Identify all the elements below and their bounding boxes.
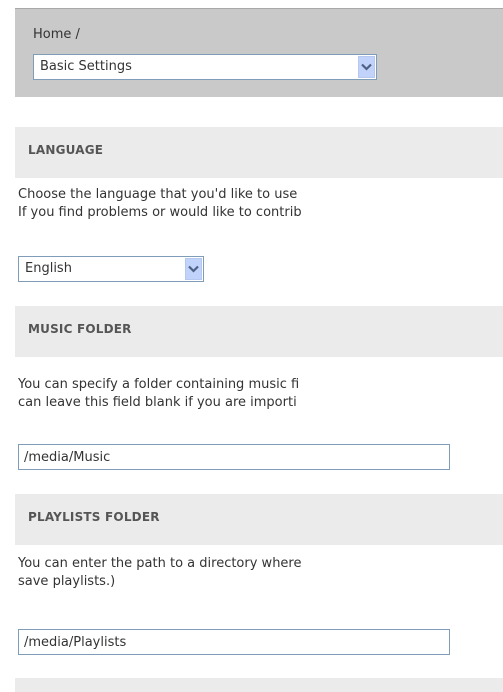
section-title-language: LANGUAGE bbox=[28, 143, 104, 157]
breadcrumb[interactable]: Home / bbox=[33, 27, 80, 42]
music-folder-input[interactable] bbox=[18, 444, 450, 470]
section-header-language: LANGUAGE bbox=[15, 127, 503, 178]
playlists-folder-description-line-2: save playlists.) bbox=[18, 574, 116, 589]
music-folder-description-line-2: can leave this field blank if you are im… bbox=[18, 395, 297, 410]
chevron-down-icon[interactable] bbox=[358, 56, 375, 78]
section-header-playlists-folder: PLAYLISTS FOLDER bbox=[15, 494, 503, 545]
page-select[interactable]: Basic Settings bbox=[33, 54, 377, 80]
section-header-next bbox=[15, 678, 503, 692]
header-bar: Home / Basic Settings bbox=[15, 8, 503, 97]
music-folder-description-line-1: You can specify a folder containing musi… bbox=[18, 377, 300, 392]
section-header-music-folder: MUSIC FOLDER bbox=[15, 306, 503, 357]
language-select[interactable]: English bbox=[18, 256, 204, 282]
section-title-music-folder: MUSIC FOLDER bbox=[28, 322, 132, 336]
section-title-playlists-folder: PLAYLISTS FOLDER bbox=[28, 510, 160, 524]
language-description-line-2: If you find problems or would like to co… bbox=[18, 205, 302, 220]
language-description-line-1: Choose the language that you'd like to u… bbox=[18, 187, 298, 202]
page-select-value: Basic Settings bbox=[40, 59, 132, 74]
chevron-down-icon[interactable] bbox=[185, 258, 202, 280]
language-select-value: English bbox=[25, 261, 72, 276]
playlists-folder-input[interactable] bbox=[18, 629, 450, 655]
playlists-folder-description-line-1: You can enter the path to a directory wh… bbox=[18, 556, 302, 571]
